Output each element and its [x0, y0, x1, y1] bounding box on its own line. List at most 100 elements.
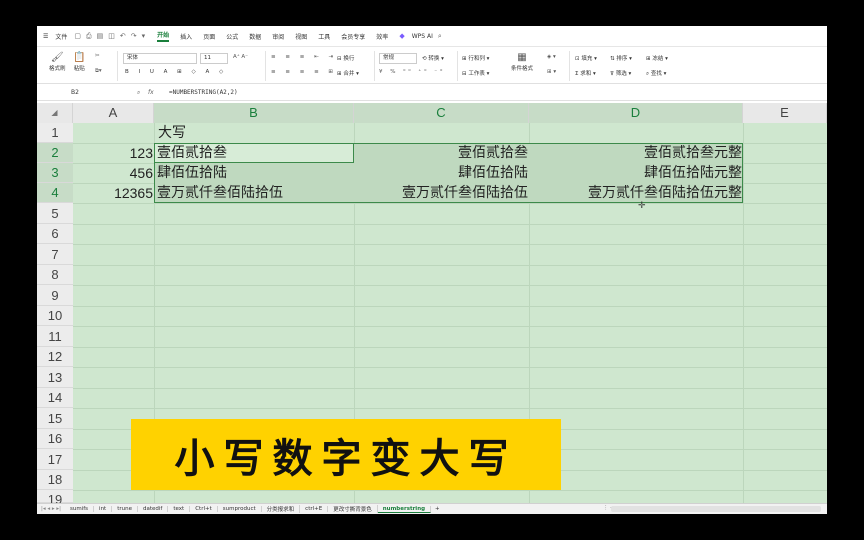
sheet-tab[interactable]: Ctrl+t [190, 506, 218, 512]
row-header[interactable]: 6 [37, 224, 73, 244]
select-all-corner[interactable]: ◢ [37, 103, 73, 123]
row-header[interactable]: 14 [37, 388, 73, 408]
row-header[interactable]: 12 [37, 347, 73, 367]
freeze-button[interactable]: ⊞ 冻结 ▾ [646, 54, 668, 62]
cell-style-icon[interactable]: ◈ ▾ [547, 54, 556, 60]
filter-button[interactable]: ⊽ 筛选 ▾ [610, 69, 631, 77]
tab-view[interactable]: 视图 [295, 32, 307, 41]
col-header-c[interactable]: C [354, 103, 529, 123]
export-icon[interactable]: ⎙ [86, 32, 92, 41]
sheet-tab[interactable]: int [94, 506, 113, 512]
copy-icon[interactable]: ⧉▾ [95, 68, 102, 75]
fill-button[interactable]: ⊡ 填充 ▾ [575, 54, 597, 62]
row-header[interactable]: 19 [37, 490, 73, 503]
cell-d2[interactable]: 壹佰贰拾叁元整 [529, 143, 742, 163]
align-bottom-buttons[interactable]: ≡ ≡ ≡ ≡ ⊞ [271, 69, 337, 75]
undo-icon[interactable]: ↶ [120, 32, 126, 40]
cell-a2[interactable]: 123 [73, 143, 153, 163]
formula-input[interactable]: =NUMBERSTRING(A2,2) [169, 87, 238, 98]
print-icon[interactable]: ▤ [97, 32, 104, 40]
row-header[interactable]: 17 [37, 449, 73, 470]
font-grow-icon[interactable]: A⁺ A⁻ [233, 54, 248, 60]
sheet-tab[interactable]: trune [112, 506, 138, 512]
row-header[interactable]: 5 [37, 203, 73, 224]
row-header[interactable]: 7 [37, 244, 73, 265]
sort-button[interactable]: ⇅ 排序 ▾ [610, 54, 632, 62]
add-sheet-icon[interactable]: + [435, 506, 440, 512]
redo-icon[interactable]: ↷ [131, 32, 137, 40]
merge-button[interactable]: ⊞ 合并 ▾ [337, 69, 359, 77]
cell-d3[interactable]: 肆佰伍拾陆元整 [529, 163, 742, 183]
row-header[interactable]: 4 [37, 183, 73, 203]
convert-button[interactable]: ⟲ 转换 ▾ [422, 54, 444, 62]
wrap-button[interactable]: ⊟ 换行 [337, 54, 354, 62]
row-header[interactable]: 16 [37, 429, 73, 449]
row-header[interactable]: 2 [37, 143, 73, 163]
name-box[interactable]: B2 [43, 87, 121, 98]
tab-nav-icon[interactable]: |◂ ◂ ▸ ▸| [41, 506, 61, 512]
hamburger-icon[interactable]: ☰ [43, 33, 48, 40]
cell-c2[interactable]: 壹佰贰拾叁 [354, 143, 528, 163]
tab-efficiency[interactable]: 效率 [376, 32, 388, 41]
wps-ai-icon[interactable]: ◆ [399, 32, 404, 40]
fx-icon[interactable]: ⌕ fx [137, 87, 154, 98]
chevron-down-icon[interactable]: ▾ [142, 32, 146, 40]
cell-b3[interactable]: 肆佰伍拾陆 [157, 163, 227, 183]
horizontal-scrollbar[interactable] [611, 506, 821, 512]
cut-icon[interactable]: ✂ [95, 53, 100, 59]
sheet-tab[interactable]: ctrl+E [300, 506, 329, 512]
sheet-tab[interactable]: text [168, 506, 191, 512]
tab-home[interactable]: 开始 [157, 30, 170, 42]
row-header[interactable]: 15 [37, 408, 73, 429]
sheet-tab[interactable]: sumifs [65, 506, 95, 512]
cell-c3[interactable]: 肆佰伍拾陆 [354, 163, 528, 183]
number-format-select[interactable]: 常规 [379, 53, 417, 64]
align-top-buttons[interactable]: ≡ ≡ ≡ ⇤ ⇥ [271, 54, 337, 60]
cell-b2[interactable]: 壹佰贰拾叁 [157, 143, 227, 163]
cell-grid[interactable]: ◢ A B C D E 1 2 3 4 5 6 7 8 9 10 11 12 1… [37, 103, 827, 503]
tab-tools[interactable]: 工具 [318, 32, 330, 41]
paste-button[interactable]: 📋 粘贴 [73, 52, 85, 72]
tab-page[interactable]: 页面 [203, 32, 215, 41]
cell-a4[interactable]: 12365 [73, 183, 153, 203]
row-header[interactable]: 9 [37, 285, 73, 306]
tab-formula[interactable]: 公式 [226, 32, 238, 41]
sum-button[interactable]: Σ 求和 ▾ [575, 69, 596, 77]
worksheet-button[interactable]: ⊟ 工作表 ▾ [462, 69, 489, 77]
find-button[interactable]: ⌕ 查找 ▾ [646, 69, 666, 78]
font-style-buttons[interactable]: B I U A ⊞ ◇ A ◇ [125, 69, 227, 75]
col-header-a[interactable]: A [73, 103, 154, 123]
cell-b1[interactable]: 大写 [158, 123, 186, 143]
sheet-tab[interactable]: sumproduct [218, 506, 262, 512]
tab-data[interactable]: 数据 [249, 32, 261, 41]
row-header[interactable]: 13 [37, 367, 73, 388]
cond-format-button[interactable]: ▦ 条件格式 [511, 52, 533, 72]
cell-a3[interactable]: 456 [73, 163, 153, 183]
tab-insert[interactable]: 插入 [180, 32, 192, 41]
cell-d4[interactable]: 壹万贰仟叁佰陆拾伍元整 [529, 183, 742, 203]
row-header[interactable]: 11 [37, 326, 73, 347]
wps-ai-button[interactable]: WPS AI [412, 33, 433, 40]
font-size-select[interactable]: 11 [200, 53, 228, 64]
col-header-e[interactable]: E [743, 103, 827, 123]
sheet-tab[interactable]: datedif [138, 506, 169, 512]
cell-b4[interactable]: 壹万贰仟叁佰陆拾伍 [157, 183, 283, 203]
file-menu[interactable]: 文件 [55, 32, 67, 41]
row-header[interactable]: 10 [37, 306, 73, 326]
cell-c4[interactable]: 壹万贰仟叁佰陆拾伍 [354, 183, 528, 203]
sheet-tab-active[interactable]: numberstring [377, 505, 432, 513]
save-icon[interactable]: ▢ [74, 32, 81, 40]
row-header[interactable]: 8 [37, 265, 73, 285]
number-format-buttons[interactable]: ¥ % ⁰⁰ ⁺⁰ ⁻⁰ [379, 69, 445, 75]
format-painter-button[interactable]: 🖌 格式刷 [49, 52, 66, 72]
preview-icon[interactable]: ◫ [108, 32, 115, 40]
tab-member[interactable]: 会员专享 [341, 32, 365, 41]
rows-cols-button[interactable]: ⊞ 行和列 ▾ [462, 54, 489, 62]
col-header-b[interactable]: B [154, 103, 354, 123]
sheet-tab[interactable]: 分类报求和 [262, 505, 301, 513]
row-header[interactable]: 3 [37, 163, 73, 183]
col-header-d[interactable]: D [529, 103, 743, 123]
font-name-select[interactable]: 宋体 [123, 53, 197, 64]
row-header[interactable]: 18 [37, 470, 73, 490]
search-icon[interactable]: ⌕ [438, 32, 442, 41]
